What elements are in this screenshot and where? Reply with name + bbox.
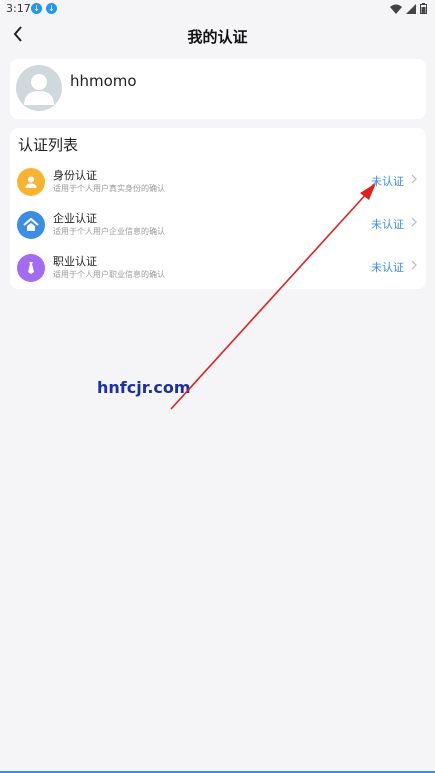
cert-desc: 适用于个人用户企业信息的确认	[53, 227, 165, 236]
avatar-placeholder-icon	[24, 74, 54, 105]
wifi-icon	[390, 4, 402, 14]
status-time: 3:17	[6, 2, 31, 15]
username: hhmomo	[70, 72, 137, 90]
avatar	[16, 65, 62, 111]
chevron-right-icon	[411, 174, 417, 184]
chevron-right-icon	[411, 260, 417, 270]
signal-icon	[406, 3, 416, 14]
tie-icon	[17, 254, 45, 282]
app-header: 我的认证	[0, 18, 435, 54]
cert-item-enterprise[interactable]: 企业认证 适用于个人用户企业信息的确认 未认证	[10, 207, 426, 247]
download-icon: ↓	[46, 3, 57, 14]
cert-name: 企业认证	[53, 212, 97, 225]
watermark-text: hnfcjr.com	[97, 378, 191, 397]
cert-list-title: 认证列表	[18, 136, 79, 154]
cert-name: 身份认证	[53, 169, 97, 182]
battery-icon	[420, 3, 427, 14]
profile-card[interactable]: hhmomo	[10, 59, 426, 119]
cert-name: 职业认证	[53, 255, 97, 268]
chevron-right-icon	[411, 217, 417, 227]
cert-desc: 适用于个人用户职业信息的确认	[53, 270, 165, 279]
system-icons	[390, 3, 427, 14]
home-icon	[17, 211, 45, 239]
page-title: 我的认证	[187, 28, 248, 46]
cert-status[interactable]: 未认证	[371, 259, 404, 275]
cert-desc: 适用于个人用户真实身份的确认	[53, 184, 165, 193]
cert-list-card: 认证列表 身份认证 适用于个人用户真实身份的确认 未认证 企业认证 适用于个人用…	[10, 128, 426, 289]
download-icon: ↓	[31, 3, 42, 14]
status-bar: 3:17 ↓ ↓	[0, 0, 435, 18]
cert-item-profession[interactable]: 职业认证 适用于个人用户职业信息的确认 未认证	[10, 250, 426, 290]
cert-status[interactable]: 未认证	[371, 216, 404, 232]
cert-status[interactable]: 未认证	[371, 173, 404, 189]
user-icon	[17, 168, 45, 196]
cert-item-identity[interactable]: 身份认证 适用于个人用户真实身份的确认 未认证	[10, 164, 426, 204]
